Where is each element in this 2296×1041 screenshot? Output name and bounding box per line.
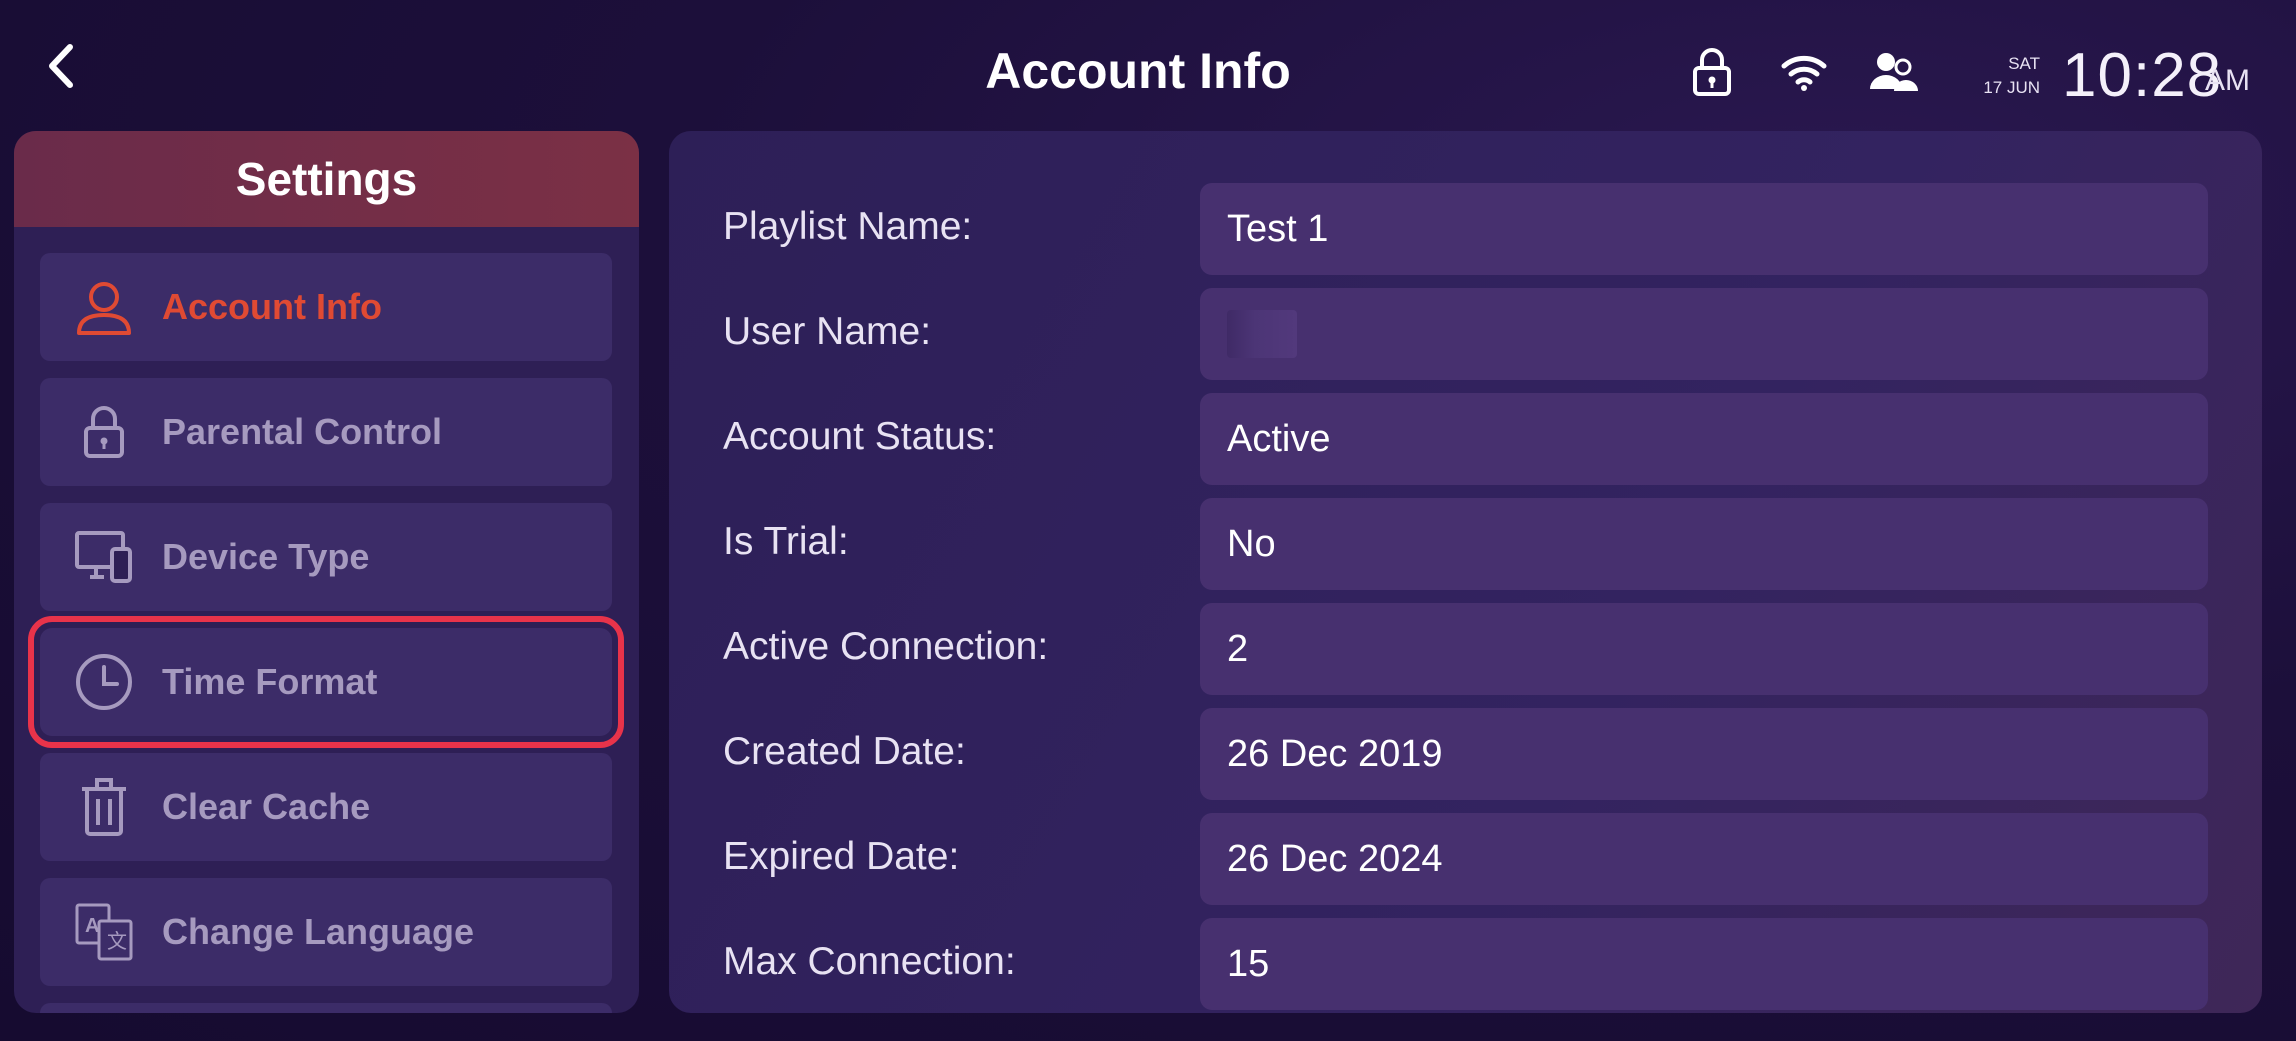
field-label: Expired Date: <box>723 835 960 878</box>
user-icon <box>74 277 134 337</box>
info-row-is-trial: Is Trial: No <box>669 498 2262 590</box>
date-day: SAT <box>2008 54 2040 73</box>
users-icon <box>1868 44 1920 100</box>
field-value: 15 <box>1200 918 2208 1010</box>
field-label: Playlist Name: <box>723 205 973 248</box>
sidebar-item-label: Parental Control <box>162 411 443 452</box>
info-row-playlist-name: Playlist Name: Test 1 <box>669 183 2262 275</box>
field-value: 26 Dec 2019 <box>1200 708 2208 800</box>
field-label: Max Connection: <box>723 940 1016 983</box>
date-date: 17 JUN <box>1983 78 2040 97</box>
svg-text:文: 文 <box>107 929 127 953</box>
devices-icon <box>74 527 134 587</box>
field-label: Created Date: <box>723 730 966 773</box>
info-row-max-connection: Max Connection: 15 <box>669 918 2262 1010</box>
field-value: 26 Dec 2024 <box>1200 813 2208 905</box>
wifi-icon <box>1780 44 1828 100</box>
sidebar-item-device-type[interactable]: Device Type <box>40 503 612 611</box>
field-label: User Name: <box>723 310 932 353</box>
info-row-user-name: User Name: <box>669 288 2262 380</box>
sidebar-item-label: Account Info <box>162 286 382 327</box>
field-label: Active Connection: <box>723 625 1049 668</box>
sidebar-title: Settings <box>14 131 639 227</box>
language-icon: A 文 <box>74 902 134 962</box>
trash-icon <box>74 777 134 837</box>
field-value: No <box>1200 498 2208 590</box>
redacted-block <box>1227 310 1297 358</box>
info-row-account-status: Account Status: Active <box>669 393 2262 485</box>
sidebar-item-label: Device Type <box>162 536 370 577</box>
sidebar-item-account-info[interactable]: Account Info <box>40 253 612 361</box>
sidebar-item-partial[interactable] <box>40 1003 612 1013</box>
page-title: Account Info <box>985 43 1291 99</box>
lock-icon <box>1688 44 1736 100</box>
field-value: 2 <box>1200 603 2208 695</box>
clock-time: 10:28 <box>2062 41 2223 110</box>
sidebar-item-time-format[interactable]: Time Format <box>28 616 624 748</box>
info-row-created-date: Created Date: 26 Dec 2019 <box>669 708 2262 800</box>
info-row-expired-date: Expired Date: 26 Dec 2024 <box>669 813 2262 905</box>
sidebar-item-label: Time Format <box>162 661 378 702</box>
sidebar-item-parental-control[interactable]: Parental Control <box>40 378 612 486</box>
clock-ampm: AM <box>2205 64 2250 97</box>
field-label: Account Status: <box>723 415 997 458</box>
sidebar-item-label: Clear Cache <box>162 786 371 827</box>
svg-text:A: A <box>85 915 99 937</box>
field-label: Is Trial: <box>723 520 849 563</box>
field-value: Active <box>1200 393 2208 485</box>
sidebar-item-clear-cache[interactable]: Clear Cache <box>40 753 612 861</box>
sidebar-item-change-language[interactable]: A 文 Change Language <box>40 878 612 986</box>
settings-sidebar: Settings Account Info Parental Control D… <box>14 131 639 1013</box>
account-info-panel: Playlist Name: Test 1 User Name: Account… <box>669 131 2262 1013</box>
top-bar: Account Info SAT 17 JUN 10:28 AM <box>0 0 2296 130</box>
sidebar-item-label: Change Language <box>162 911 475 952</box>
lock-icon <box>74 402 134 462</box>
clock-icon <box>74 652 134 712</box>
field-value-redacted <box>1200 288 2208 380</box>
info-row-active-connection: Active Connection: 2 <box>669 603 2262 695</box>
field-value: Test 1 <box>1200 183 2208 275</box>
date-display: SAT 17 JUN <box>1978 52 2040 100</box>
